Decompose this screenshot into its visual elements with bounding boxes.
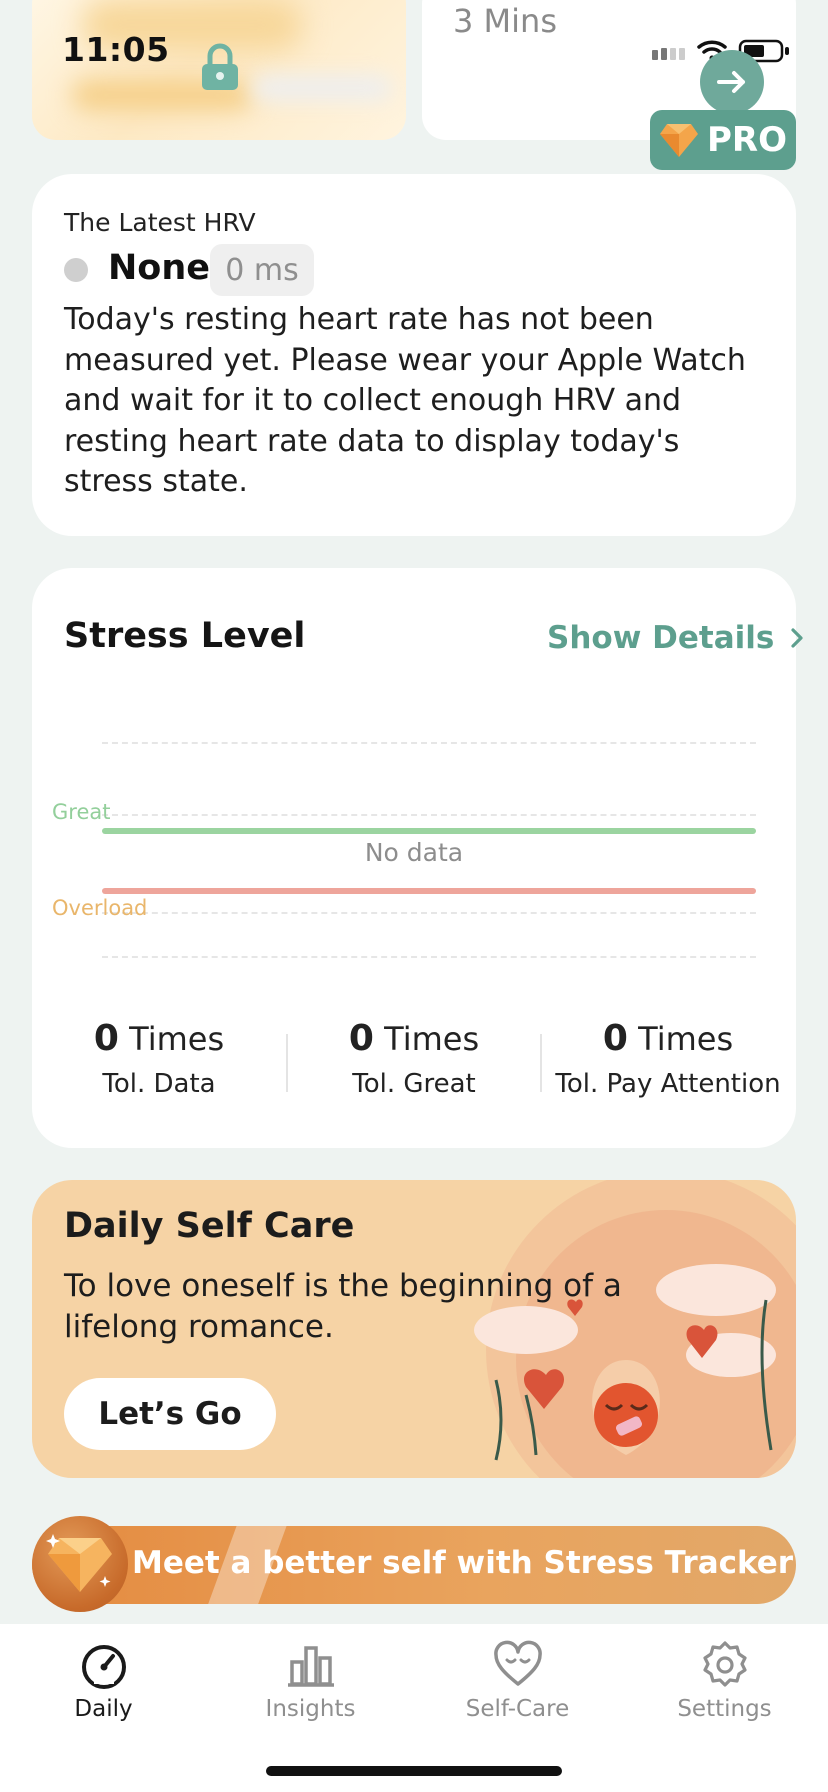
no-data-label: No data (364, 838, 464, 867)
chevron-right-icon (791, 628, 803, 648)
stat-divider (286, 1034, 288, 1092)
pro-label: PRO (706, 120, 787, 160)
tab-label: Daily (74, 1696, 133, 1722)
stress-level-title: Stress Level (64, 616, 306, 656)
tab-label: Self-Care (465, 1696, 570, 1722)
diamond-icon (46, 1534, 112, 1592)
chart-gridline (102, 814, 756, 816)
hrv-value-pill: 0 ms (210, 244, 314, 296)
hrv-status: None (108, 248, 210, 288)
stat-divider (540, 1034, 542, 1092)
stat-label: Tol. Data (102, 1069, 216, 1099)
status-time: 11:05 (62, 30, 170, 69)
bar-chart-icon (287, 1646, 334, 1687)
duration-value: 3 Mins (453, 2, 557, 40)
tab-label: Settings (677, 1696, 772, 1722)
stat-label: Tol. Great (352, 1069, 476, 1099)
self-care-subtitle: To love oneself is the beginning of a li… (64, 1268, 622, 1345)
tab-settings[interactable]: Settings (621, 1640, 828, 1722)
self-care-title: Daily Self Care (64, 1206, 355, 1246)
show-details-label: Show Details (547, 620, 775, 656)
tab-self-care[interactable]: Self-Care (414, 1640, 621, 1722)
lets-go-button[interactable]: Let’s Go (64, 1378, 276, 1450)
gauge-icon (81, 1645, 126, 1689)
show-details-link[interactable]: Show Details (547, 620, 804, 656)
hrv-description: Today's resting heart rate has not been … (64, 302, 746, 499)
blurred-content (252, 75, 392, 101)
chart-gridline (102, 956, 756, 958)
signal-icon (652, 48, 685, 60)
tab-label: Insights (265, 1696, 356, 1722)
tab-daily[interactable]: Daily (0, 1640, 207, 1722)
promo-diamond-badge (32, 1516, 128, 1612)
stat-total-data: 0 Times Tol. Data (34, 1018, 284, 1099)
promo-text: Meet a better self with Stress Tracker (132, 1545, 794, 1581)
chart-gridline (102, 742, 756, 744)
stat-value: 0 Times (346, 1018, 482, 1059)
next-arrow-button[interactable] (700, 50, 764, 114)
stat-total-pay-attention: 0 Times Tol. Pay Attention (543, 1018, 793, 1099)
gear-icon (702, 1641, 747, 1687)
heart-smile-icon (493, 1640, 542, 1686)
overload-threshold-line (102, 888, 756, 894)
hrv-status-dot (64, 258, 88, 282)
stat-total-great: 0 Times Tol. Great (289, 1018, 539, 1099)
home-indicator (266, 1766, 562, 1776)
stat-value: 0 Times (600, 1018, 736, 1059)
lock-icon (202, 43, 238, 90)
stat-label: Tol. Pay Attention (555, 1069, 781, 1099)
pro-badge[interactable]: PRO (650, 110, 796, 170)
stat-value: 0 Times (91, 1018, 227, 1059)
hrv-title: The Latest HRV (64, 208, 256, 237)
diamond-icon (659, 124, 698, 157)
great-label: Great (52, 800, 111, 824)
tab-insights[interactable]: Insights (207, 1640, 414, 1722)
great-threshold-line (102, 828, 756, 834)
overload-label: Overload (52, 896, 148, 920)
arrow-right-icon (717, 71, 745, 93)
chart-gridline (102, 912, 756, 914)
